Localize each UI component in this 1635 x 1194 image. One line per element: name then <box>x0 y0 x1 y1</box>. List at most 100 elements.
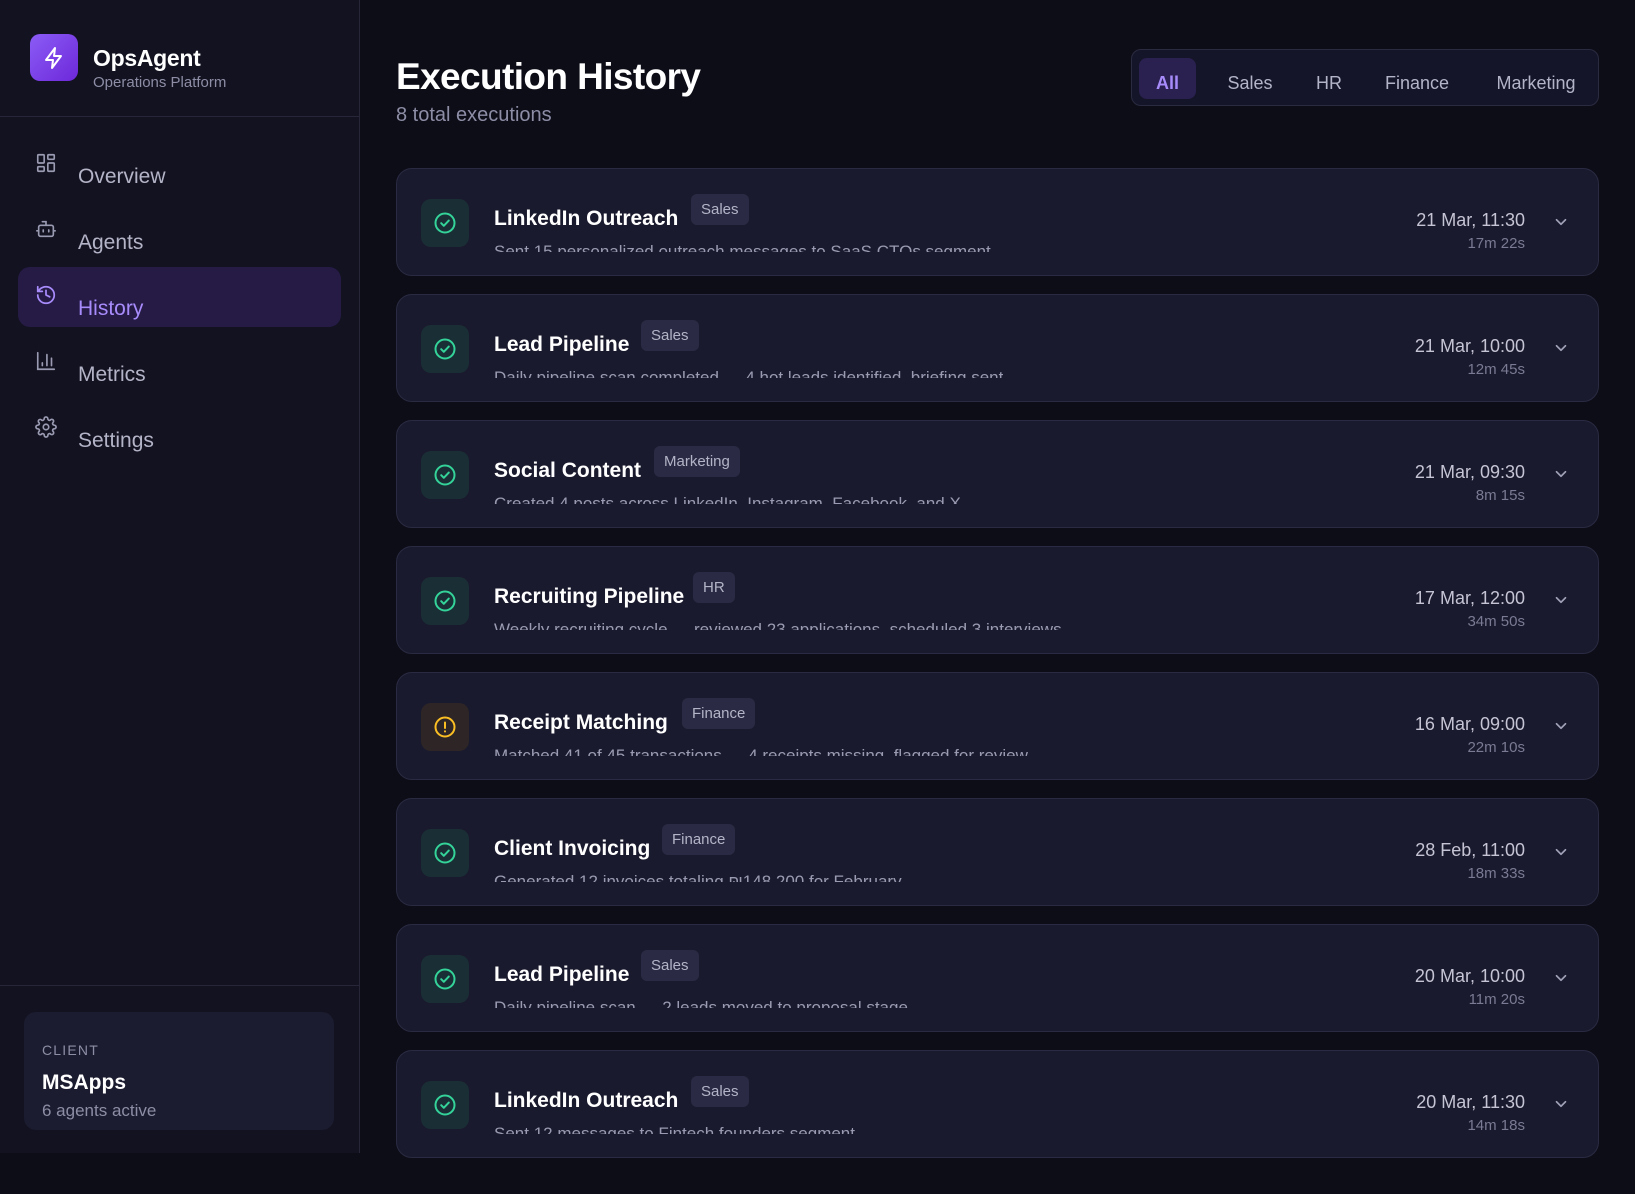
execution-card[interactable]: Lead Pipeline Sales Daily pipeline scan … <box>396 924 1599 1032</box>
brand-header: OpsAgent Operations Platform <box>0 0 359 117</box>
gear-icon <box>35 416 57 438</box>
bot-icon <box>35 218 57 240</box>
execution-description: Weekly recruiting cycle — reviewed 23 ap… <box>494 620 1062 630</box>
execution-title: Client Invoicing <box>494 837 651 860</box>
execution-duration: 14m 18s <box>1467 1117 1525 1134</box>
sidebar-item-label: Agents <box>78 231 144 254</box>
execution-duration: 18m 33s <box>1467 865 1525 882</box>
execution-duration: 17m 22s <box>1467 235 1525 252</box>
sidebar-item-label: Overview <box>78 165 166 188</box>
page-subtitle: 8 total executions <box>396 104 552 126</box>
sidebar-item-overview[interactable]: Overview <box>18 135 341 195</box>
success-status-icon <box>421 199 469 247</box>
execution-duration: 8m 15s <box>1475 487 1525 504</box>
execution-card[interactable]: Client Invoicing Finance Generated 12 in… <box>396 798 1599 906</box>
execution-description: Daily pipeline scan completed — 4 hot le… <box>494 368 1004 378</box>
execution-description: Matched 41 of 45 transactions — 4 receip… <box>494 746 1028 756</box>
filter-tab-hr[interactable]: HR <box>1304 58 1354 99</box>
execution-date: 17 Mar, 12:00 <box>1414 588 1525 608</box>
chevron-down-icon[interactable] <box>1552 213 1570 231</box>
client-eyebrow: CLIENT <box>42 1042 99 1058</box>
sidebar-item-history[interactable]: History <box>18 267 341 327</box>
sidebar: OpsAgent Operations Platform Overview Ag… <box>0 0 360 1153</box>
lightning-icon[interactable] <box>30 34 78 81</box>
category-tag: Sales <box>691 1076 749 1107</box>
execution-card[interactable]: Recruiting Pipeline HR Weekly recruiting… <box>396 546 1599 654</box>
sidebar-item-label: Settings <box>78 429 154 452</box>
category-tag: Sales <box>641 320 699 351</box>
execution-card[interactable]: LinkedIn Outreach Sales Sent 15 personal… <box>396 168 1599 276</box>
execution-date: 20 Mar, 11:30 <box>1416 1092 1525 1112</box>
execution-date: 21 Mar, 09:30 <box>1414 462 1525 482</box>
execution-description: Sent 15 personalized outreach messages t… <box>494 242 991 252</box>
sidebar-item-label: History <box>78 297 144 320</box>
execution-duration: 12m 45s <box>1467 361 1525 378</box>
chevron-down-icon[interactable] <box>1552 339 1570 357</box>
execution-card[interactable]: Lead Pipeline Sales Daily pipeline scan … <box>396 294 1599 402</box>
main-content: Execution History 8 total executions All… <box>396 0 1599 1194</box>
sidebar-footer: CLIENT MSApps 6 agents active <box>0 985 360 1153</box>
execution-date: 28 Feb, 11:00 <box>1415 840 1525 860</box>
chevron-down-icon[interactable] <box>1552 969 1570 987</box>
sidebar-item-agents[interactable]: Agents <box>18 201 341 261</box>
success-status-icon <box>421 577 469 625</box>
execution-card[interactable]: LinkedIn Outreach Sales Sent 12 messages… <box>396 1050 1599 1158</box>
category-tag: Marketing <box>654 446 740 477</box>
category-tag: HR <box>693 572 735 603</box>
client-status: 6 agents active <box>42 1101 157 1120</box>
execution-duration: 11m 20s <box>1468 991 1525 1008</box>
execution-title: Receipt Matching <box>494 711 668 734</box>
success-status-icon <box>421 325 469 373</box>
grid-icon <box>35 152 57 174</box>
execution-card[interactable]: Receipt Matching Finance Matched 41 of 4… <box>396 672 1599 780</box>
category-tag: Sales <box>691 194 749 225</box>
execution-card[interactable]: Social Content Marketing Created 4 posts… <box>396 420 1599 528</box>
filter-tab-marketing[interactable]: Marketing <box>1480 58 1592 99</box>
category-tag: Finance <box>682 698 756 729</box>
category-tag: Sales <box>641 950 699 981</box>
execution-date: 21 Mar, 10:00 <box>1414 336 1525 356</box>
execution-date: 16 Mar, 09:00 <box>1414 714 1525 734</box>
execution-description: Generated 12 invoices totaling ₪148,200 … <box>494 872 902 882</box>
sidebar-item-metrics[interactable]: Metrics <box>18 333 341 393</box>
sidebar-item-settings[interactable]: Settings <box>18 399 341 459</box>
brand-name: OpsAgent <box>93 45 201 71</box>
success-status-icon <box>421 451 469 499</box>
client-card[interactable]: CLIENT MSApps 6 agents active <box>24 1012 334 1130</box>
execution-list: LinkedIn Outreach Sales Sent 15 personal… <box>396 168 1599 1176</box>
filter-tab-all[interactable]: All <box>1139 58 1196 99</box>
bar-chart-icon <box>35 350 57 372</box>
execution-title: LinkedIn Outreach <box>494 1089 679 1112</box>
sidebar-item-label: Metrics <box>78 363 146 386</box>
sidebar-nav: Overview Agents History Metrics Settings <box>18 135 341 465</box>
chevron-down-icon[interactable] <box>1552 843 1570 861</box>
execution-title: Recruiting Pipeline <box>494 585 685 608</box>
chevron-down-icon[interactable] <box>1552 465 1570 483</box>
execution-date: 21 Mar, 11:30 <box>1416 210 1525 230</box>
filter-tab-sales[interactable]: Sales <box>1214 58 1286 99</box>
execution-description: Created 4 posts across LinkedIn, Instagr… <box>494 494 961 504</box>
success-status-icon <box>421 829 469 877</box>
warning-status-icon <box>421 703 469 751</box>
success-status-icon <box>421 955 469 1003</box>
brand-subtitle: Operations Platform <box>93 74 227 91</box>
execution-duration: 22m 10s <box>1467 739 1525 756</box>
execution-description: Sent 12 messages to Fintech founders seg… <box>494 1124 855 1134</box>
page-title: Execution History <box>396 56 701 97</box>
chevron-down-icon[interactable] <box>1552 1095 1570 1113</box>
execution-title: Lead Pipeline <box>494 333 630 356</box>
client-name: MSApps <box>42 1071 126 1094</box>
execution-description: Daily pipeline scan — 2 leads moved to p… <box>494 998 908 1008</box>
chevron-down-icon[interactable] <box>1552 717 1570 735</box>
execution-duration: 34m 50s <box>1467 613 1525 630</box>
chevron-down-icon[interactable] <box>1552 591 1570 609</box>
category-tag: Finance <box>662 824 736 855</box>
success-status-icon <box>421 1081 469 1129</box>
execution-title: Lead Pipeline <box>494 963 630 986</box>
filter-tab-finance[interactable]: Finance <box>1372 58 1462 99</box>
category-filter-tabs: All Sales HR Finance Marketing <box>1131 49 1599 106</box>
history-icon <box>35 284 57 306</box>
execution-title: Social Content <box>494 459 642 482</box>
execution-title: LinkedIn Outreach <box>494 207 679 230</box>
execution-date: 20 Mar, 10:00 <box>1414 966 1525 986</box>
